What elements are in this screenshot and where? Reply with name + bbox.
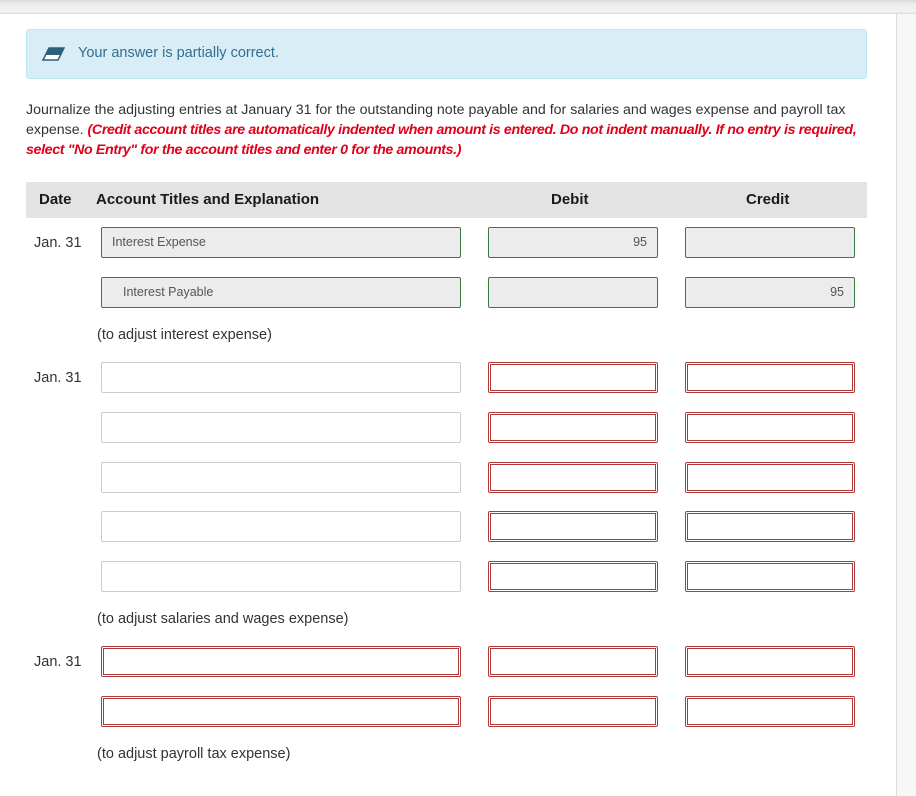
entry-2-date: Jan. 31 [34,370,82,386]
entry-3-explanation: (to adjust payroll tax expense) [97,746,291,762]
entry-2-row-3-credit[interactable] [685,462,855,493]
entry-3-row-1-credit[interactable] [685,646,855,677]
header-date: Date [39,191,72,208]
entry-1-row-1-credit[interactable] [685,227,855,258]
entry-2-row-4-credit[interactable] [685,511,855,542]
entry-2-row-1-debit[interactable] [488,362,658,393]
entry-1-date: Jan. 31 [34,235,82,251]
entry-3-row-1-account[interactable] [101,646,461,677]
instructions-note: (Credit account titles are automatically… [26,122,857,158]
entry-2-row-2-credit[interactable] [685,412,855,443]
header-debit: Debit [551,191,589,208]
entry-1-row-2-account[interactable]: Interest Payable [101,277,461,308]
entry-1-row-2-debit[interactable] [488,277,658,308]
feedback-alert: Your answer is partially correct. [26,29,867,79]
entry-1-row-1-debit[interactable]: 95 [488,227,658,258]
entry-1-explanation: (to adjust interest expense) [97,327,272,343]
right-gutter [896,14,916,796]
entry-2-row-5-debit[interactable] [488,561,658,592]
entry-3-date: Jan. 31 [34,654,82,670]
entry-1-row-2-credit[interactable]: 95 [685,277,855,308]
header-credit: Credit [746,191,790,208]
entry-2-row-1-account[interactable] [101,362,461,393]
entry-2-row-4-debit[interactable] [488,511,658,542]
entry-2-row-1-credit[interactable] [685,362,855,393]
instructions: Journalize the adjusting entries at Janu… [26,100,876,160]
entry-3-row-2-account[interactable] [101,696,461,727]
table-header: Date Account Titles and Explanation Debi… [26,182,867,218]
entry-1-row-1-account[interactable]: Interest Expense [101,227,461,258]
entry-2-row-5-credit[interactable] [685,561,855,592]
entry-2-row-5-account[interactable] [101,561,461,592]
entry-2-explanation: (to adjust salaries and wages expense) [97,611,349,627]
entry-3-row-1-debit[interactable] [488,646,658,677]
entry-2-row-3-account[interactable] [101,462,461,493]
eraser-icon [41,47,65,61]
feedback-message: Your answer is partially correct. [78,45,279,61]
entry-3-row-2-debit[interactable] [488,696,658,727]
top-bar [0,0,916,14]
entry-2-row-2-debit[interactable] [488,412,658,443]
entry-2-row-3-debit[interactable] [488,462,658,493]
entry-2-row-4-account[interactable] [101,511,461,542]
header-account: Account Titles and Explanation [96,191,320,208]
entry-3-row-2-credit[interactable] [685,696,855,727]
entry-2-row-2-account[interactable] [101,412,461,443]
